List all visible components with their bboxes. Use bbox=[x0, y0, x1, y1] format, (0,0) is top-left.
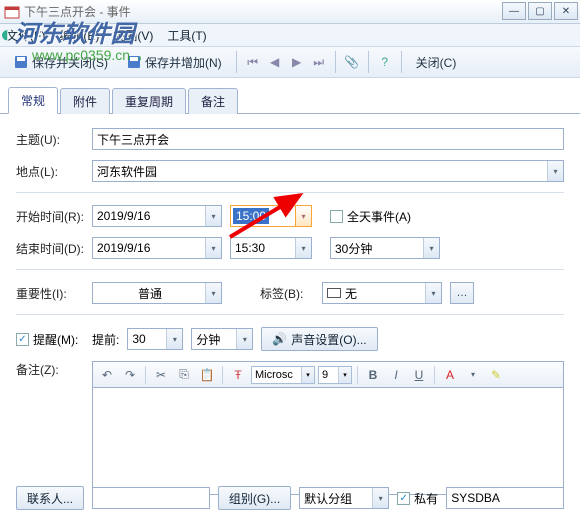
chevron-down-icon[interactable]: ▾ bbox=[372, 488, 388, 508]
start-time-combo[interactable]: 15:00▾ bbox=[230, 205, 312, 227]
window-title: 下午三点开会 - 事件 bbox=[24, 3, 131, 20]
cut-icon[interactable]: ✂ bbox=[151, 365, 171, 385]
font-name-combo[interactable]: Microsc▾ bbox=[251, 366, 315, 384]
speaker-icon: 🔊 bbox=[272, 332, 287, 346]
tab-general[interactable]: 常规 bbox=[8, 87, 58, 114]
chevron-down-icon[interactable]: ▾ bbox=[295, 238, 311, 258]
app-icon bbox=[4, 4, 20, 20]
close-window-button[interactable]: ✕ bbox=[554, 2, 578, 20]
save-add-icon: + bbox=[126, 54, 142, 70]
group-combo[interactable]: 默认分组▾ bbox=[299, 487, 389, 509]
end-label: 结束时间(D): bbox=[16, 240, 84, 257]
end-time-combo[interactable]: 15:30▾ bbox=[230, 237, 312, 259]
tag-label: 标签(B): bbox=[260, 285, 314, 302]
titlebar: 下午三点开会 - 事件 — ▢ ✕ bbox=[0, 0, 580, 24]
minimize-button[interactable]: — bbox=[502, 2, 526, 20]
remind-checkbox[interactable]: ✓ bbox=[16, 333, 29, 346]
save-close-button[interactable]: 保存并关闭(S) bbox=[6, 51, 115, 74]
menu-edit[interactable]: 编辑(E) bbox=[59, 27, 99, 44]
subject-label: 主题(U): bbox=[16, 131, 84, 148]
menu-view[interactable]: 视图(V) bbox=[113, 27, 153, 44]
tag-combo[interactable]: 无▾ bbox=[322, 282, 442, 304]
chevron-down-icon[interactable]: ▾ bbox=[236, 329, 252, 349]
maximize-button[interactable]: ▢ bbox=[528, 2, 552, 20]
underline-icon[interactable]: U bbox=[409, 365, 429, 385]
save-icon bbox=[13, 54, 29, 70]
bold-icon[interactable]: B bbox=[363, 365, 383, 385]
toolbar: 保存并关闭(S) + 保存并增加(N) ⏮ ◀ ▶ ⏭ 📎 ? 关闭(C) bbox=[0, 46, 580, 78]
chevron-down-icon[interactable]: ▾ bbox=[205, 283, 221, 303]
font-style-icon[interactable]: Ŧ bbox=[228, 365, 248, 385]
save-add-button[interactable]: + 保存并增加(N) bbox=[119, 51, 229, 74]
importance-combo[interactable]: 普通▾ bbox=[92, 282, 222, 304]
group-button[interactable]: 组别(G)... bbox=[218, 486, 291, 510]
nav-prev-icon[interactable]: ◀ bbox=[266, 53, 284, 71]
chevron-down-icon[interactable]: ▾ bbox=[295, 206, 311, 226]
redo-icon[interactable]: ↷ bbox=[120, 365, 140, 385]
chevron-down-icon[interactable]: ▾ bbox=[166, 329, 182, 349]
close-label: 关闭(C) bbox=[416, 54, 457, 71]
contacts-button[interactable]: 联系人... bbox=[16, 486, 84, 510]
private-checkbox[interactable]: ✓ bbox=[397, 492, 410, 505]
nav-next-icon[interactable]: ▶ bbox=[288, 53, 306, 71]
allday-label: 全天事件(A) bbox=[347, 208, 411, 225]
tab-notes[interactable]: 备注 bbox=[188, 88, 238, 114]
tag-swatch bbox=[327, 288, 341, 298]
remark-textarea[interactable] bbox=[92, 387, 564, 495]
importance-label: 重要性(I): bbox=[16, 285, 84, 302]
remind-label: 提醒(M): bbox=[33, 331, 78, 348]
chevron-down-icon[interactable]: ▾ bbox=[205, 238, 221, 258]
close-button[interactable]: 关闭(C) bbox=[409, 51, 464, 74]
highlight-icon[interactable]: ✎ bbox=[486, 365, 506, 385]
help-icon[interactable]: ? bbox=[376, 53, 394, 71]
nav-last-icon[interactable]: ⏭ bbox=[310, 53, 328, 71]
chevron-down-icon[interactable]: ▾ bbox=[423, 238, 439, 258]
save-close-label: 保存并关闭(S) bbox=[32, 54, 108, 71]
form: 主题(U): 下午三点开会 地点(L): 河东软件园▾ 开始时间(R): 201… bbox=[0, 114, 580, 513]
sound-settings-button[interactable]: 🔊 声音设置(O)... bbox=[261, 327, 377, 351]
italic-icon[interactable]: I bbox=[386, 365, 406, 385]
location-label: 地点(L): bbox=[16, 163, 84, 180]
remark-label: 备注(Z): bbox=[16, 361, 84, 378]
start-label: 开始时间(R): bbox=[16, 208, 84, 225]
menu-file[interactable]: 文件(F) bbox=[6, 27, 45, 44]
tag-more-button[interactable]: … bbox=[450, 282, 474, 304]
location-combo[interactable]: 河东软件园▾ bbox=[92, 160, 564, 182]
tabs: 常规 附件 重复周期 备注 bbox=[0, 78, 580, 114]
duration-combo[interactable]: 30分钟▾ bbox=[330, 237, 440, 259]
private-label: 私有 bbox=[414, 490, 438, 507]
nav-first-icon[interactable]: ⏮ bbox=[244, 53, 262, 71]
save-add-label: 保存并增加(N) bbox=[145, 54, 222, 71]
tab-recur[interactable]: 重复周期 bbox=[112, 88, 186, 114]
editor-toolbar: ↶ ↷ ✂ ⎘ 📋 Ŧ Microsc▾ 9▾ B I U A ▾ ✎ bbox=[92, 361, 564, 387]
tab-attach[interactable]: 附件 bbox=[60, 88, 110, 114]
attach-icon[interactable]: 📎 bbox=[343, 53, 361, 71]
menubar: 文件(F) 编辑(E) 视图(V) 工具(T) bbox=[0, 24, 580, 46]
subject-input[interactable]: 下午三点开会 bbox=[92, 128, 564, 150]
end-date-combo[interactable]: 2019/9/16▾ bbox=[92, 237, 222, 259]
font-size-combo[interactable]: 9▾ bbox=[318, 366, 352, 384]
remind-unit-combo[interactable]: 分钟▾ bbox=[191, 328, 253, 350]
chevron-down-icon[interactable]: ▾ bbox=[425, 283, 441, 303]
remind-value-combo[interactable]: 30▾ bbox=[127, 328, 183, 350]
undo-icon[interactable]: ↶ bbox=[97, 365, 117, 385]
font-color-dd-icon[interactable]: ▾ bbox=[463, 365, 483, 385]
menu-tools[interactable]: 工具(T) bbox=[167, 27, 206, 44]
copy-icon[interactable]: ⎘ bbox=[174, 365, 194, 385]
chevron-down-icon[interactable]: ▾ bbox=[205, 206, 221, 226]
svg-text:+: + bbox=[138, 55, 141, 63]
start-date-combo[interactable]: 2019/9/16▾ bbox=[92, 205, 222, 227]
chevron-down-icon[interactable]: ▾ bbox=[547, 161, 563, 181]
before-label: 提前: bbox=[92, 331, 119, 348]
font-color-icon[interactable]: A bbox=[440, 365, 460, 385]
allday-checkbox[interactable] bbox=[330, 210, 343, 223]
owner-field[interactable]: SYSDBA bbox=[446, 487, 564, 509]
paste-icon[interactable]: 📋 bbox=[197, 365, 217, 385]
contacts-field[interactable] bbox=[92, 487, 210, 509]
bottom-bar: 联系人... 组别(G)... 默认分组▾ ✓ 私有 SYSDBA bbox=[16, 486, 564, 510]
